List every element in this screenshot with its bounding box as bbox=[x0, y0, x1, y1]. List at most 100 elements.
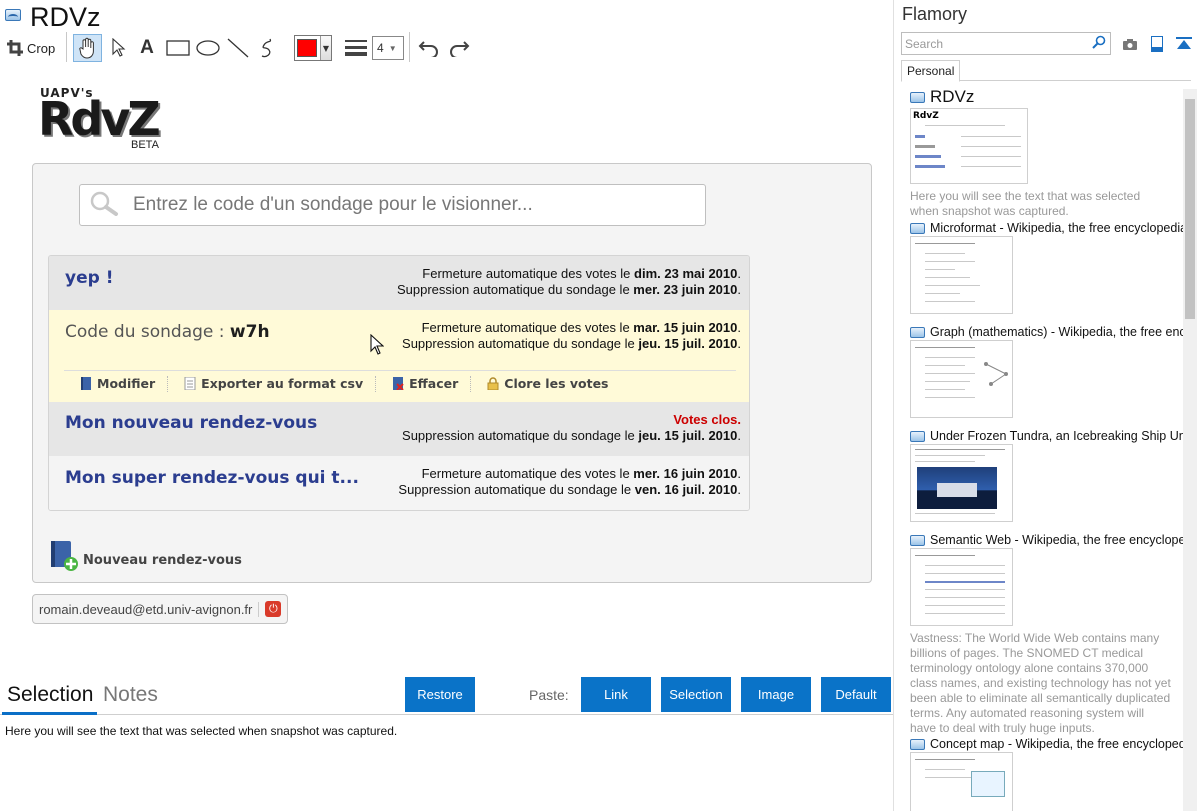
tab-personal[interactable]: Personal bbox=[901, 60, 960, 82]
mouse-cursor-icon bbox=[370, 333, 385, 360]
poll-delete-label: Suppression automatique du sondage le bbox=[398, 482, 635, 497]
poll-item[interactable]: Mon super rendez-vous qui t... Fermeture… bbox=[49, 456, 749, 510]
poll-dates: Fermeture automatique des votes le mar. … bbox=[402, 320, 741, 351]
line-tool-button[interactable] bbox=[226, 35, 250, 61]
paste-selection-button[interactable]: Selection bbox=[661, 677, 731, 712]
crop-button[interactable]: Crop bbox=[7, 35, 57, 61]
snapshot-title: Concept map - Wikipedia, the free encycl… bbox=[930, 737, 1183, 751]
poll-close-label: Fermeture automatique des votes le bbox=[422, 266, 635, 281]
redo-button[interactable] bbox=[447, 35, 471, 61]
undo-icon bbox=[418, 39, 440, 57]
chevron-down-icon: ▼ bbox=[388, 43, 397, 53]
poll-title[interactable]: Mon super rendez-vous qui t... bbox=[65, 468, 359, 488]
poll-code-value: w7h bbox=[229, 322, 270, 342]
notes-tab-bar: Selection Notes Restore Paste: Link Sele… bbox=[0, 677, 893, 715]
cursor-arrow-icon bbox=[112, 38, 126, 58]
search-icon bbox=[89, 190, 119, 220]
poll-actions: Modifier Exporter au format csv Effacer bbox=[64, 370, 736, 396]
ellipse-tool-button[interactable] bbox=[195, 35, 221, 61]
snapshot-list: RDVz RdvZ Here you will see the text tha… bbox=[894, 86, 1183, 811]
book-delete-icon bbox=[393, 377, 404, 390]
poll-delete-label: Suppression automatique du sondage le bbox=[402, 428, 639, 443]
user-email: romain.deveaud@etd.univ-avignon.fr bbox=[39, 601, 260, 617]
user-box: romain.deveaud@etd.univ-avignon.fr ⏻ bbox=[32, 594, 289, 624]
text-tool-button[interactable]: A bbox=[136, 35, 158, 61]
snapshot-icon bbox=[910, 91, 925, 103]
snapshot-item[interactable]: Concept map - Wikipedia, the free encycl… bbox=[910, 737, 1183, 811]
document-icon bbox=[184, 377, 196, 390]
poll-title[interactable]: Mon nouveau rendez-vous bbox=[65, 413, 317, 433]
poll-code-label: Code du sondage : bbox=[65, 322, 230, 342]
logout-power-icon[interactable]: ⏻ bbox=[265, 601, 282, 617]
freehand-icon bbox=[259, 37, 277, 59]
rectangle-tool-button[interactable] bbox=[165, 35, 191, 61]
delete-button[interactable]: Effacer bbox=[376, 375, 472, 392]
line-width-icon bbox=[344, 35, 368, 61]
document-icon[interactable] bbox=[1148, 35, 1166, 52]
line-icon bbox=[227, 38, 249, 58]
collapse-top-icon[interactable] bbox=[1175, 35, 1193, 52]
snapshot-description: Here you will see the text that was sele… bbox=[910, 189, 1141, 218]
scrollbar-thumb[interactable] bbox=[1185, 99, 1195, 319]
select-tool-button[interactable] bbox=[108, 35, 130, 61]
snapshot-item[interactable]: Microformat - Wikipedia, the free encycl… bbox=[910, 221, 1183, 314]
poll-title[interactable]: yep ! bbox=[65, 268, 113, 288]
paste-image-button[interactable]: Image bbox=[741, 677, 811, 712]
poll-delete-label: Suppression automatique du sondage le bbox=[396, 282, 634, 297]
poll-list: yep ! Fermeture automatique des votes le… bbox=[48, 255, 750, 511]
line-width-select[interactable]: 4 ▼ bbox=[372, 35, 404, 61]
freehand-tool-button[interactable] bbox=[256, 35, 280, 61]
paste-link-button[interactable]: Link bbox=[581, 677, 651, 712]
sidebar-title: Flamory bbox=[902, 4, 968, 24]
snapshot-thumbnail: RdvZ bbox=[910, 108, 1028, 184]
tab-notes[interactable]: Notes bbox=[103, 683, 158, 707]
app-window: RDVz Crop A ▼ 4 ▼ UAPV's RdvZ BETA Entre… bbox=[0, 0, 1198, 811]
snapshot-thumbnail bbox=[910, 236, 1013, 314]
sidebar-scrollbar[interactable] bbox=[1183, 89, 1197, 811]
poll-item[interactable]: yep ! Fermeture automatique des votes le… bbox=[49, 256, 749, 310]
modify-button[interactable]: Modifier bbox=[64, 375, 169, 392]
snapshot-thumbnail bbox=[910, 548, 1013, 626]
snapshot-item[interactable]: RDVz RdvZ Here you will see the text tha… bbox=[910, 87, 1183, 219]
selection-text[interactable]: Here you will see the text that was sele… bbox=[5, 724, 397, 738]
paste-default-button[interactable]: Default bbox=[821, 677, 891, 712]
poll-item[interactable]: Mon nouveau rendez-vous Votes clos. Supp… bbox=[49, 402, 749, 456]
sidebar-search-input[interactable]: Search bbox=[901, 32, 1111, 55]
new-meeting-button[interactable]: Nouveau rendez-vous bbox=[49, 540, 242, 571]
tab-selection[interactable]: Selection bbox=[7, 683, 93, 707]
snapshot-item[interactable]: Semantic Web - Wikipedia, the free encyc… bbox=[910, 533, 1183, 736]
poll-close-date: mer. 16 juin 2010 bbox=[633, 466, 738, 481]
new-meeting-icon bbox=[49, 540, 78, 571]
export-csv-button[interactable]: Exporter au format csv bbox=[168, 375, 377, 392]
snapshot-item[interactable]: Under Frozen Tundra, an Icebreaking Ship… bbox=[910, 429, 1183, 522]
poll-delete-date: ven. 16 juil. 2010 bbox=[634, 482, 738, 497]
rdvz-logo: UAPV's RdvZ BETA bbox=[38, 86, 178, 156]
search-icon[interactable] bbox=[1092, 34, 1106, 53]
drawing-toolbar: Crop A ▼ 4 ▼ bbox=[0, 30, 893, 64]
snapshot-thumbnail bbox=[910, 752, 1013, 811]
poll-delete-date: jeu. 15 juil. 2010 bbox=[638, 428, 738, 443]
restore-button[interactable]: Restore bbox=[405, 677, 475, 712]
color-swatch bbox=[297, 39, 317, 57]
chevron-down-icon: ▼ bbox=[320, 36, 331, 60]
line-width-value: 4 bbox=[377, 41, 384, 55]
new-meeting-label: Nouveau rendez-vous bbox=[83, 553, 242, 568]
poll-close-label: Fermeture automatique des votes le bbox=[421, 466, 634, 481]
close-votes-button[interactable]: Clore les votes bbox=[471, 376, 620, 392]
flamory-sidebar: Flamory Search Personal RDVz RdvZ Here y… bbox=[893, 0, 1198, 811]
snapshot-icon bbox=[910, 534, 925, 546]
snapshot-item[interactable]: Graph (mathematics) - Wikipedia, the fre… bbox=[910, 325, 1183, 418]
undo-button[interactable] bbox=[417, 35, 441, 61]
rdvz-panel: Entrez le code d'un sondage pour le visi… bbox=[32, 163, 872, 583]
poll-code-search[interactable]: Entrez le code d'un sondage pour le visi… bbox=[79, 184, 706, 226]
pan-tool-button[interactable] bbox=[73, 34, 102, 62]
snapshot-title: RDVz bbox=[930, 87, 975, 106]
camera-icon[interactable] bbox=[1121, 35, 1139, 52]
color-picker[interactable]: ▼ bbox=[293, 35, 333, 61]
crop-label: Crop bbox=[27, 40, 56, 56]
logo-beta: BETA bbox=[131, 139, 159, 151]
snapshot-thumbnail bbox=[910, 444, 1013, 522]
snapshot-description: Vastness: The World Wide Web contains ma… bbox=[910, 631, 1171, 735]
toolbar-divider bbox=[66, 32, 67, 62]
poll-item-expanded[interactable]: Code du sondage : w7h Fermeture automati… bbox=[49, 310, 749, 402]
